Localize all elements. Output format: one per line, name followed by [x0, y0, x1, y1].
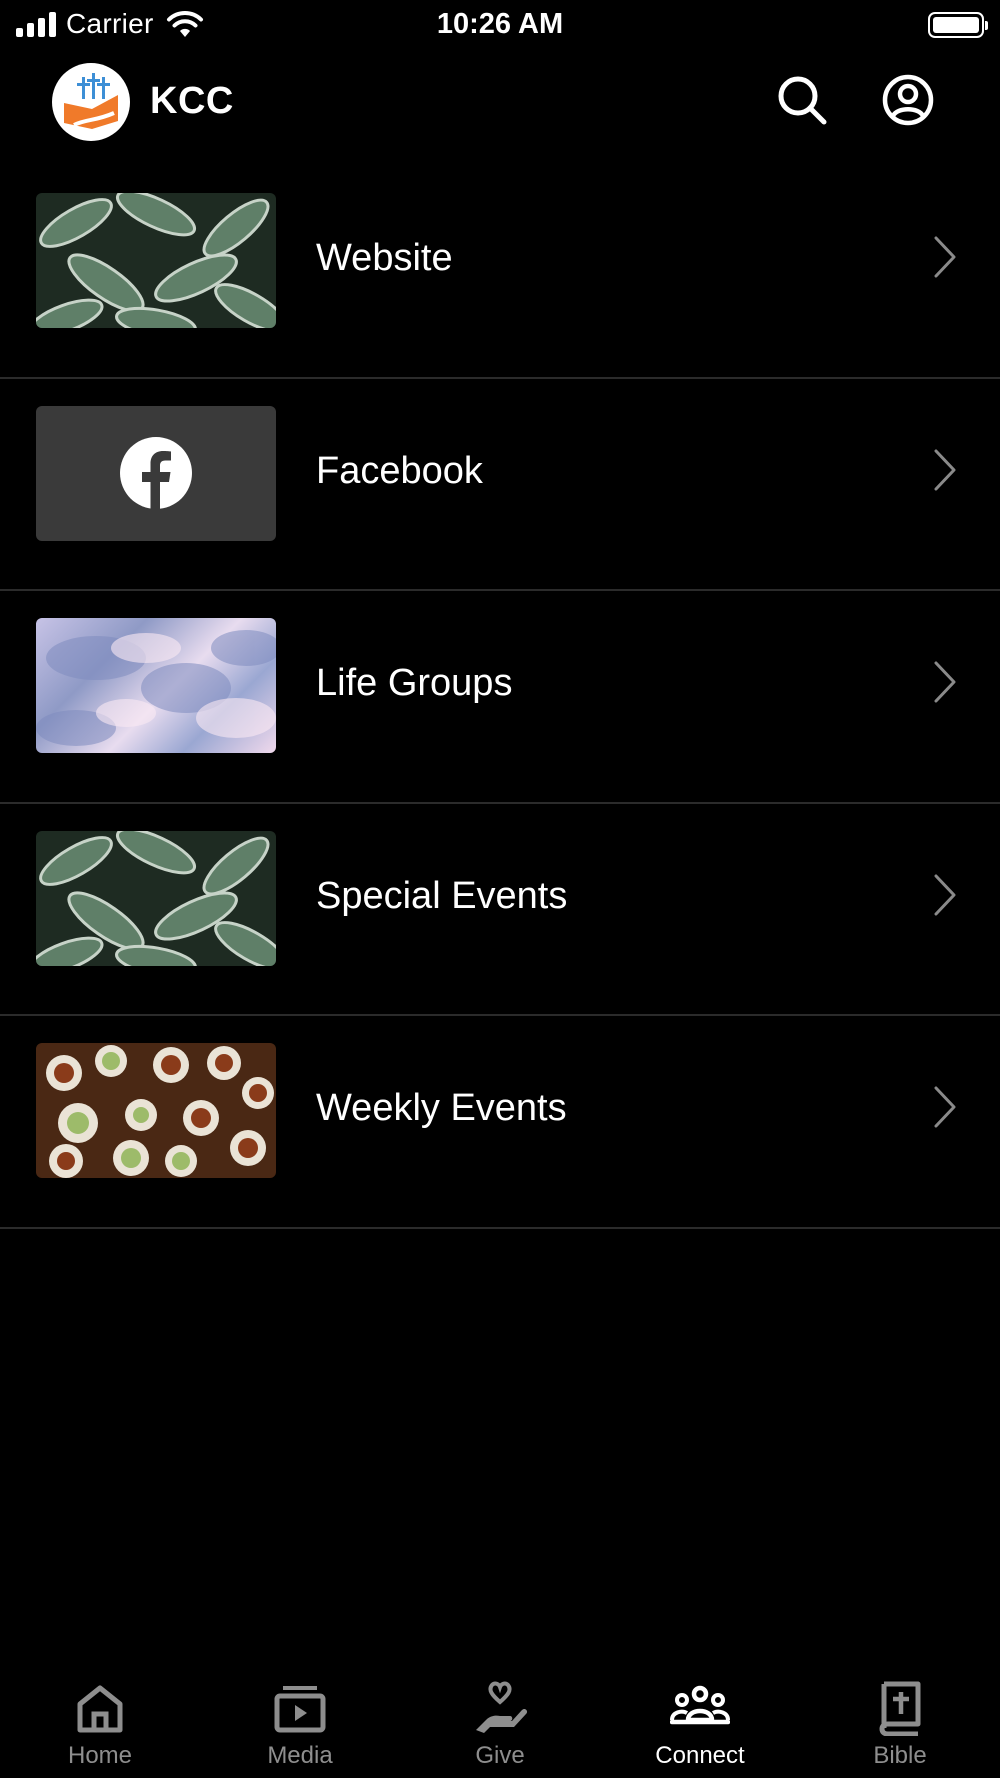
thumbnail-leaves — [36, 193, 276, 328]
bible-icon — [879, 1681, 921, 1736]
status-bar: Carrier 10:26 AM — [0, 0, 1000, 50]
chevron-right-icon — [934, 661, 956, 703]
app-header: KCC — [0, 58, 1000, 146]
give-icon — [476, 1681, 528, 1733]
status-time: 10:26 AM — [436, 8, 564, 40]
thumbnail-leaves — [36, 830, 276, 966]
tab-home[interactable]: Home — [0, 1658, 200, 1778]
battery-icon — [928, 12, 988, 38]
tab-label: Media — [267, 1742, 333, 1769]
tab-bar: Home Media Give Connect Bible — [0, 1658, 1000, 1778]
screen: Carrier 10:26 AM KCC Website Facebook Li… — [0, 0, 1000, 1778]
profile-button[interactable] — [878, 70, 938, 130]
media-icon — [274, 1686, 326, 1733]
tab-label: Home — [67, 1742, 133, 1769]
chevron-right-icon — [934, 236, 956, 278]
chevron-right-icon — [934, 449, 956, 490]
app-title: KCC — [150, 80, 234, 122]
church-logo — [52, 63, 130, 141]
chevron-right-icon — [934, 874, 956, 915]
chevron-right-icon — [934, 1086, 956, 1128]
tab-bible[interactable]: Bible — [800, 1658, 1000, 1778]
tab-connect[interactable]: Connect — [600, 1658, 800, 1778]
thumbnail-sky — [36, 618, 276, 753]
list-item-life-groups[interactable]: Life Groups — [0, 591, 1000, 804]
cross-logo-icon — [64, 73, 118, 129]
list-item-facebook[interactable]: Facebook — [0, 379, 1000, 591]
list-item-weekly-events[interactable]: Weekly Events — [0, 1016, 1000, 1229]
thumbnail-food — [36, 1043, 276, 1178]
tab-label: Give — [475, 1742, 525, 1769]
home-icon — [77, 1685, 123, 1733]
search-icon — [778, 76, 827, 125]
tab-label: Connect — [655, 1742, 745, 1769]
thumbnail-facebook — [36, 405, 276, 541]
list-item-label: Weekly Events — [316, 1087, 567, 1129]
list-item-label: Life Groups — [316, 662, 513, 704]
list-item-label: Website — [316, 237, 453, 279]
tab-label: Bible — [873, 1742, 927, 1769]
facebook-icon — [120, 437, 192, 510]
list-item-label: Facebook — [316, 449, 483, 492]
list-item-label: Special Events — [316, 874, 568, 917]
list-item-special-events[interactable]: Special Events — [0, 804, 1000, 1016]
tab-media[interactable]: Media — [200, 1658, 400, 1778]
connect-list: Website Facebook Life Groups Special Eve… — [0, 166, 1000, 1229]
list-item-website[interactable]: Website — [0, 166, 1000, 379]
search-button[interactable] — [772, 70, 832, 130]
tab-give[interactable]: Give — [400, 1658, 600, 1778]
profile-icon — [882, 74, 934, 126]
connect-icon — [670, 1685, 730, 1725]
